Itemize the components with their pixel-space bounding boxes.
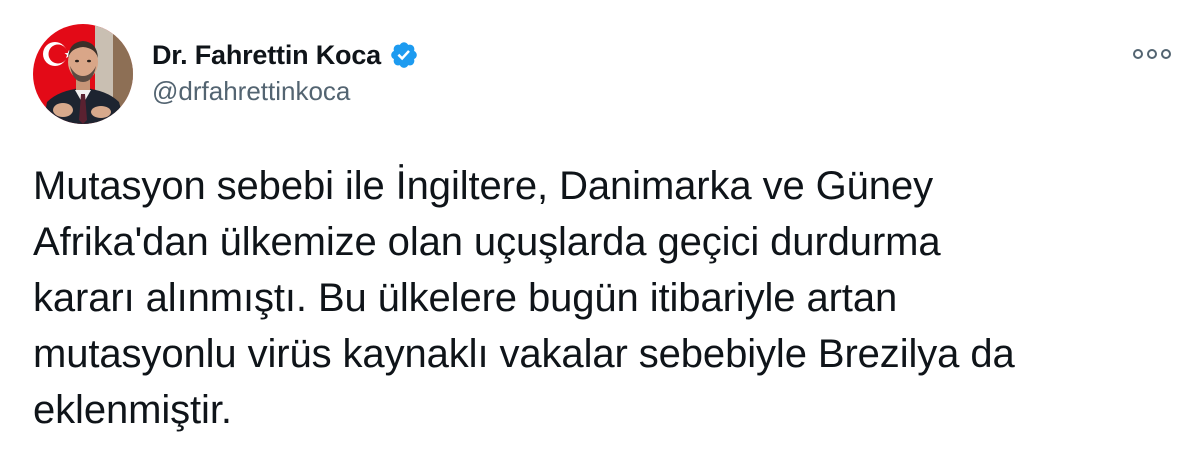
tweet-text-line: Mutasyon sebebi ile İngiltere, Danimarka… [33,164,934,208]
tweet-text-line: mutasyonlu virüs kaynaklı vakalar sebebi… [33,332,1015,376]
profile-photo [33,24,133,124]
tweet-text-line: kararı alınmıştı. Bu ülkelere bugün itib… [33,276,898,320]
tweet-text-line: Afrika'dan ülkemize olan uçuşlarda geçic… [33,220,941,264]
more-options-button[interactable] [1130,36,1174,72]
display-name[interactable]: Dr. Fahrettin Koca [152,40,381,71]
more-options-icon [1133,49,1171,59]
author-block: Dr. Fahrettin Koca @drfahrettinkoca [152,38,419,107]
tweet-card: Dr. Fahrettin Koca @drfahrettinkoca Muta… [0,0,1200,460]
user-handle[interactable]: @drfahrettinkoca [152,76,419,107]
tweet-text: Mutasyon sebebi ile İngiltere, Danimarka… [33,158,1173,438]
avatar[interactable] [33,24,133,124]
tweet-text-line: eklenmiştir. [33,388,232,432]
verified-badge-icon [389,40,419,70]
name-row: Dr. Fahrettin Koca [152,38,419,72]
